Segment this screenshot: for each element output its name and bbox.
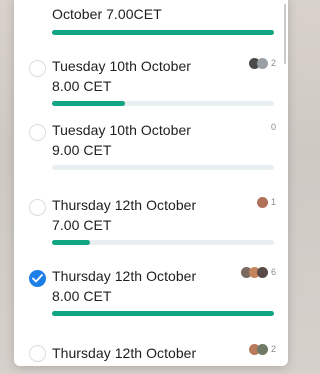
option-label: Tuesday 10th October 8.00 CET	[52, 56, 232, 96]
option-line1: Thursday 12th October	[52, 197, 197, 213]
vote-bar-fill	[52, 311, 274, 316]
vote-bar-track	[52, 30, 274, 35]
vote-bar-fill	[52, 30, 274, 35]
option-radio[interactable]	[29, 199, 46, 216]
option-radio[interactable]	[29, 60, 46, 77]
option-line1: Thursday 12th October	[52, 268, 197, 284]
vote-count: 0	[270, 122, 276, 132]
vote-bar-track	[52, 101, 274, 106]
voter-avatar	[256, 196, 268, 208]
voters[interactable]: 6	[240, 265, 276, 279]
option-radio-checked[interactable]	[29, 270, 46, 287]
vote-bar-track	[52, 240, 274, 245]
option-line2: 7.00 CET	[52, 217, 112, 233]
scrollbar[interactable]	[284, 4, 286, 64]
vote-bar-track	[52, 311, 274, 316]
vote-bar-fill	[52, 240, 90, 245]
option-label: Thursday 12th October	[52, 343, 232, 363]
option-label: October 7.00CET	[52, 4, 232, 24]
vote-count: 2	[270, 344, 276, 354]
vote-count: 2	[270, 58, 276, 68]
option-line1: Thursday 12th October	[52, 345, 197, 361]
checkmark-icon	[32, 274, 43, 283]
option-line2: 8.00 CET	[52, 78, 112, 94]
option-label: Thursday 12th October 7.00 CET	[52, 195, 232, 235]
option-line1: Tuesday 10th October	[52, 58, 192, 74]
voter-avatars	[248, 57, 268, 69]
option-line2: 8.00 CET	[52, 288, 112, 304]
voter-avatar	[256, 57, 268, 69]
voters[interactable]: 1	[256, 195, 276, 209]
voter-avatar	[256, 266, 268, 278]
voters[interactable]: 2	[248, 342, 276, 356]
voter-avatars	[240, 266, 268, 278]
option-label: Thursday 12th October 8.00 CET	[52, 266, 232, 306]
poll-card: October 7.00CET Tuesday 10th October 8.0…	[14, 0, 288, 366]
option-line1: October 7.00CET	[52, 6, 162, 22]
option-radio[interactable]	[29, 124, 46, 141]
option-line1: Tuesday 10th October	[52, 122, 192, 138]
voter-avatars	[248, 343, 268, 355]
voters[interactable]: 0	[268, 120, 276, 134]
voter-avatar	[256, 343, 268, 355]
option-label: Tuesday 10th October 9.00 CET	[52, 120, 232, 160]
option-line2: 9.00 CET	[52, 142, 112, 158]
vote-bar-track	[52, 165, 274, 170]
voters[interactable]: 2	[248, 56, 276, 70]
vote-count: 6	[270, 267, 276, 277]
option-radio[interactable]	[29, 345, 46, 362]
vote-count: 1	[270, 197, 276, 207]
vote-bar-fill	[52, 101, 126, 106]
voter-avatars	[256, 196, 268, 208]
